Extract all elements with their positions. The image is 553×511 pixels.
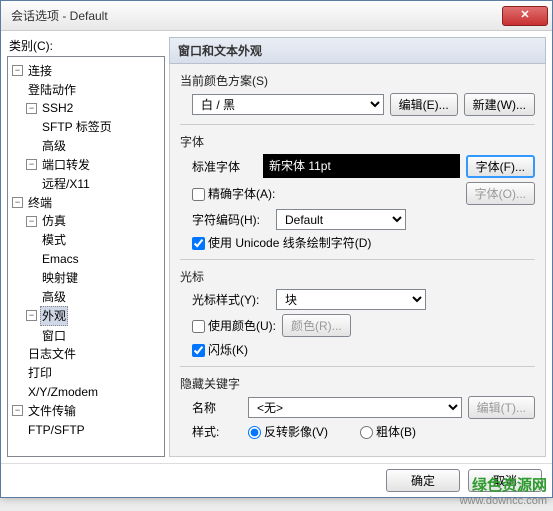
tree-window-item[interactable]: 窗口 bbox=[40, 327, 68, 345]
tree-emacs[interactable]: Emacs bbox=[40, 250, 81, 268]
hidden-name-select[interactable]: <无> bbox=[248, 397, 462, 418]
expand-icon[interactable]: − bbox=[26, 216, 37, 227]
tree-ftp-sftp[interactable]: FTP/SFTP bbox=[26, 421, 87, 439]
tree-logfile[interactable]: 日志文件 bbox=[26, 345, 78, 363]
hidden-name-label: 名称 bbox=[192, 399, 242, 416]
scheme-label: 当前颜色方案(S) bbox=[180, 72, 535, 89]
unicode-lines-checkbox[interactable]: 使用 Unicode 线条绘制字符(D) bbox=[192, 234, 371, 251]
tree-mode[interactable]: 模式 bbox=[40, 231, 68, 249]
scheme-new-button[interactable]: 新建(W)... bbox=[464, 93, 535, 116]
window-title: 会话选项 - Default bbox=[11, 7, 502, 24]
use-color-checkbox[interactable]: 使用颜色(U): bbox=[192, 317, 276, 334]
font-button-2: 字体(O)... bbox=[466, 182, 535, 205]
category-tree[interactable]: −连接 登陆动作 −SSH2 SFTP 标签页 高级 −端口转发 远程/X11 bbox=[7, 56, 165, 457]
tree-sftp-tab[interactable]: SFTP 标签页 bbox=[40, 118, 114, 136]
precise-font-checkbox[interactable]: 精确字体(A): bbox=[192, 185, 460, 202]
cursor-style-select[interactable]: 块 bbox=[276, 289, 426, 310]
category-label: 类别(C): bbox=[7, 37, 165, 54]
section-title: 窗口和文本外观 bbox=[169, 37, 546, 64]
encoding-select[interactable]: Default bbox=[276, 209, 406, 230]
hidden-group: 隐藏关键字 bbox=[180, 375, 535, 392]
font-button[interactable]: 字体(F)... bbox=[466, 155, 535, 178]
font-group: 字体 bbox=[180, 133, 535, 150]
tree-connection[interactable]: 连接 bbox=[26, 62, 54, 80]
tree-login-actions[interactable]: 登陆动作 bbox=[26, 81, 78, 99]
expand-icon[interactable]: − bbox=[26, 159, 37, 170]
form-panel: 当前颜色方案(S) 白 / 黑 编辑(E)... 新建(W)... 字体 标准字… bbox=[169, 64, 546, 457]
bold-radio[interactable]: 粗体(B) bbox=[360, 423, 416, 440]
cancel-button[interactable]: 取消 bbox=[468, 469, 542, 492]
hidden-edit-button: 编辑(T)... bbox=[468, 396, 535, 419]
expand-icon[interactable]: − bbox=[12, 65, 23, 76]
hidden-style-label: 样式: bbox=[192, 423, 242, 440]
tree-file-transfer[interactable]: 文件传输 bbox=[26, 402, 78, 420]
cursor-style-label: 光标样式(Y): bbox=[192, 291, 270, 308]
scheme-edit-button[interactable]: 编辑(E)... bbox=[390, 93, 458, 116]
tree-remote-x11[interactable]: 远程/X11 bbox=[40, 175, 92, 193]
expand-icon[interactable]: − bbox=[26, 310, 37, 321]
tree-xyzmodem[interactable]: X/Y/Zmodem bbox=[26, 383, 100, 401]
expand-icon[interactable]: − bbox=[26, 103, 37, 114]
tree-print[interactable]: 打印 bbox=[26, 364, 54, 382]
tree-terminal[interactable]: 终端 bbox=[26, 194, 54, 212]
dialog-footer: 确定 取消 bbox=[1, 463, 552, 497]
tree-advanced2[interactable]: 高级 bbox=[40, 288, 68, 306]
tree-port-forward[interactable]: 端口转发 bbox=[40, 156, 92, 174]
dialog-window: 会话选项 - Default ✕ 类别(C): −连接 登陆动作 −SSH2 S… bbox=[0, 0, 553, 498]
color-button: 颜色(R)... bbox=[282, 314, 351, 337]
close-button[interactable]: ✕ bbox=[502, 6, 548, 26]
scheme-select[interactable]: 白 / 黑 bbox=[192, 94, 384, 115]
tree-appearance[interactable]: 外观 bbox=[40, 306, 68, 326]
titlebar: 会话选项 - Default ✕ bbox=[1, 1, 552, 31]
expand-icon[interactable]: − bbox=[12, 197, 23, 208]
tree-advanced[interactable]: 高级 bbox=[40, 137, 68, 155]
blink-checkbox[interactable]: 闪烁(K) bbox=[192, 341, 248, 358]
reverse-radio[interactable]: 反转影像(V) bbox=[248, 423, 328, 440]
std-font-label: 标准字体 bbox=[192, 158, 257, 175]
tree-emulation[interactable]: 仿真 bbox=[40, 212, 68, 230]
ok-button[interactable]: 确定 bbox=[386, 469, 460, 492]
expand-icon[interactable]: − bbox=[12, 405, 23, 416]
encoding-label: 字符编码(H): bbox=[192, 211, 270, 228]
tree-keymap[interactable]: 映射键 bbox=[40, 269, 80, 287]
cursor-group: 光标 bbox=[180, 268, 535, 285]
font-sample: 新宋体 11pt bbox=[263, 154, 460, 178]
tree-ssh2[interactable]: SSH2 bbox=[40, 99, 75, 117]
